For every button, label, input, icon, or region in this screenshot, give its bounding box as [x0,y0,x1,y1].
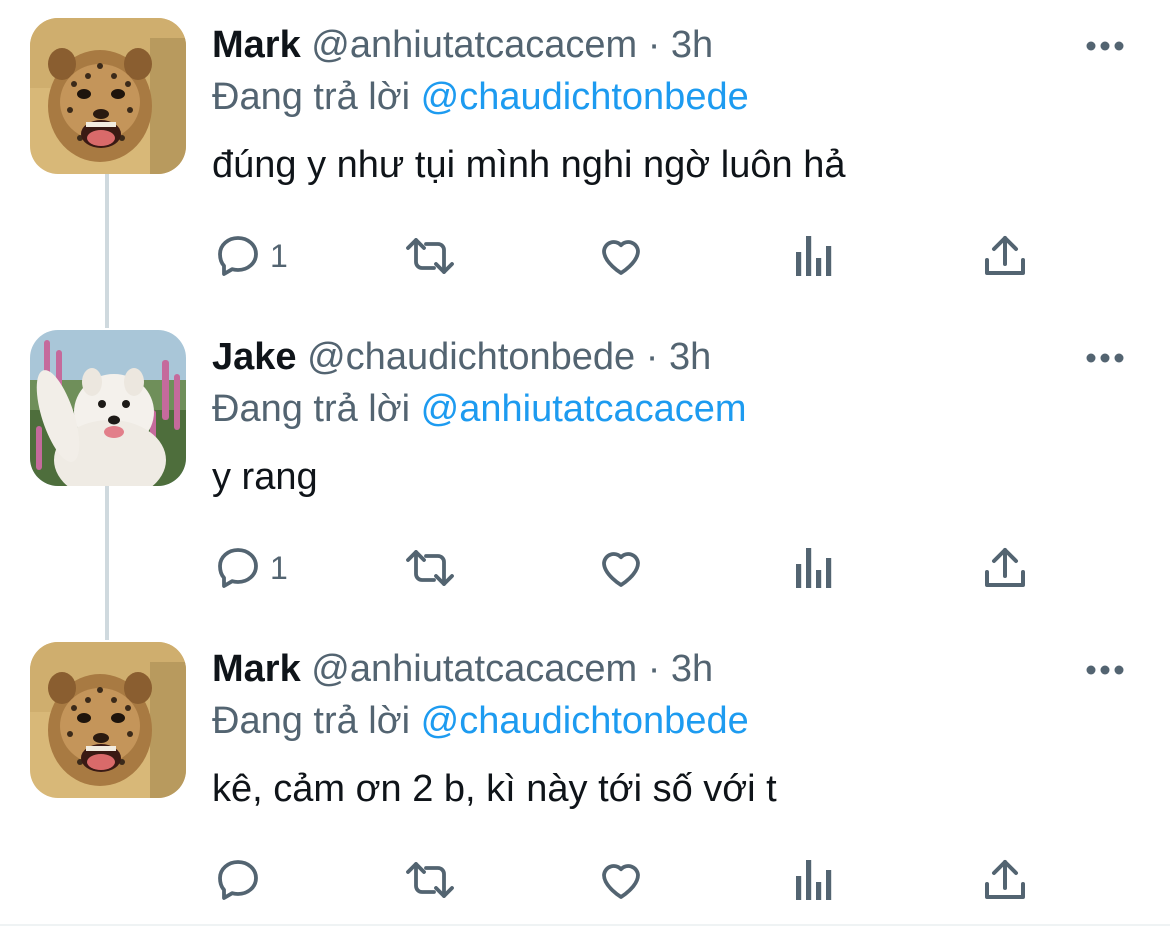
analytics-button[interactable] [792,540,834,596]
action-bar: 1 [0,210,1170,300]
reply-prefix: Đang trả lời [212,388,411,430]
separator: · [647,24,661,66]
tweet[interactable]: Jake @chaudichtonbede · 3h Đang trả lời … [0,312,1170,624]
more-icon [1086,665,1124,675]
share-icon [985,548,1025,587]
author-handle[interactable]: @anhiutatcacacem [311,648,637,690]
replying-to: Đang trả lời @anhiutatcacacem [212,384,747,434]
reply-prefix: Đang trả lời [212,76,411,118]
like-button[interactable] [596,228,646,284]
reply-icon [218,236,258,276]
share-icon [985,860,1025,899]
replying-to: Đang trả lời @chaudichtonbede [212,72,749,122]
more-button[interactable] [1080,26,1130,66]
author-handle[interactable]: @chaudichtonbede [307,336,635,378]
author-handle[interactable]: @anhiutatcacacem [311,24,637,66]
retweet-icon [406,550,454,586]
timestamp[interactable]: 3h [671,648,713,690]
retweet-icon [406,862,454,898]
analytics-icon [796,860,832,900]
like-button[interactable] [596,852,646,908]
analytics-button[interactable] [792,228,834,284]
analytics-icon [796,548,832,588]
author-name[interactable]: Mark [212,24,301,66]
more-icon [1086,353,1124,363]
reply-count: 1 [270,550,288,586]
reply-count: 1 [270,238,288,274]
analytics-icon [796,236,832,276]
reply-icon [218,548,258,588]
replying-to: Đang trả lời @chaudichtonbede [212,696,749,746]
retweet-button[interactable] [402,228,458,284]
action-bar [0,834,1170,924]
tweet-text: y rang [212,456,318,498]
more-icon [1086,41,1124,51]
reply-prefix: Đang trả lời [212,700,411,742]
reply-button[interactable]: 1 [214,228,288,284]
tweet-header: Mark @anhiutatcacacem · 3h [212,20,713,70]
share-button[interactable] [982,228,1028,284]
retweet-icon [406,238,454,274]
reply-mention[interactable]: @anhiutatcacacem [421,388,747,430]
action-bar: 1 [0,522,1170,612]
more-button[interactable] [1080,338,1130,378]
share-icon [985,236,1025,275]
reply-button[interactable]: 1 [214,540,288,596]
tweet-text: kê, cảm ơn 2 b, kì này tới số với t [212,768,777,810]
tweet-header: Mark @anhiutatcacacem · 3h [212,644,713,694]
like-icon [602,864,640,899]
like-icon [602,240,640,275]
like-button[interactable] [596,540,646,596]
separator: · [645,336,659,378]
timestamp[interactable]: 3h [671,24,713,66]
retweet-button[interactable] [402,852,458,908]
analytics-button[interactable] [792,852,834,908]
avatar[interactable] [30,642,186,798]
more-button[interactable] [1080,650,1130,690]
reply-mention[interactable]: @chaudichtonbede [421,76,749,118]
separator: · [647,648,661,690]
divider [0,924,1170,926]
tweet[interactable]: Mark @anhiutatcacacem · 3h Đang trả lời … [0,624,1170,936]
avatar[interactable] [30,18,186,174]
tweet[interactable]: Mark @anhiutatcacacem · 3h Đang trả lời … [0,0,1170,312]
tweet-header: Jake @chaudichtonbede · 3h [212,332,711,382]
timestamp[interactable]: 3h [669,336,711,378]
tweet-text: đúng y như tụi mình nghi ngờ luôn hả [212,144,846,186]
share-button[interactable] [982,852,1028,908]
reply-button[interactable] [214,852,270,908]
share-button[interactable] [982,540,1028,596]
author-name[interactable]: Jake [212,336,297,378]
reply-icon [218,860,258,900]
reply-mention[interactable]: @chaudichtonbede [421,700,749,742]
retweet-button[interactable] [402,540,458,596]
author-name[interactable]: Mark [212,648,301,690]
like-icon [602,552,640,587]
avatar[interactable] [30,330,186,486]
